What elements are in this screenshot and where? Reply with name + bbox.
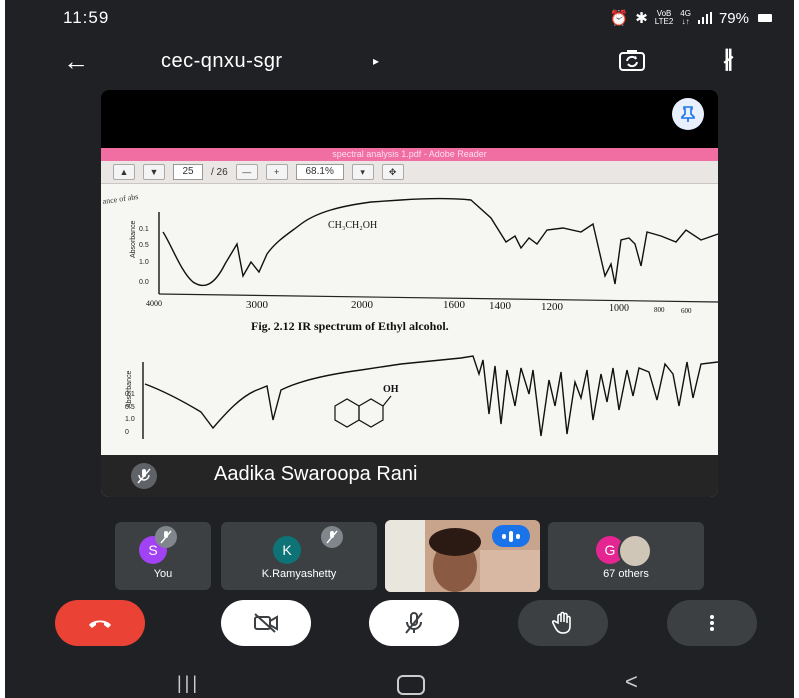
meeting-code[interactable]: cec-qnxu-sgr <box>161 50 283 73</box>
mic-off-icon <box>155 526 177 548</box>
presenter-tile[interactable]: spectral analysis 1.pdf - Adobe Reader ▲… <box>101 90 718 497</box>
bluetooth-icon[interactable]: ∦ <box>723 46 734 72</box>
presenter-name: Aadika Swaroopa Rani <box>214 463 418 485</box>
x-tick: 1600 <box>443 299 466 311</box>
end-call-button[interactable] <box>55 600 145 646</box>
participant-tile-video[interactable] <box>385 520 540 592</box>
pdf-toolbar: ▲ ▼ 25 / 26 — + 68.1% ▾ ✥ <box>101 161 718 184</box>
mic-off-icon <box>321 526 343 548</box>
status-bar: 11:59 ⏰ ✱ VoB LTE2 4G ↓↑ 79% <box>5 0 794 40</box>
y-tick: 0.1 <box>139 226 149 233</box>
network-type-indicator: 4G ↓↑ <box>680 9 691 26</box>
shared-screen-pdf: spectral analysis 1.pdf - Adobe Reader ▲… <box>101 148 718 497</box>
x-tick: 3000 <box>246 299 269 311</box>
more-vert-icon <box>710 615 714 631</box>
pin-icon <box>681 106 695 122</box>
tool-icon: ✥ <box>381 164 404 180</box>
recents-icon[interactable]: ||| <box>177 673 200 694</box>
phone-hangup-icon <box>89 620 111 628</box>
page-number-field: 25 <box>173 164 203 180</box>
zoom-in-icon: + <box>265 164 288 180</box>
hand-icon <box>552 611 571 634</box>
x-tick: 1400 <box>489 300 512 312</box>
figure-caption: Fig. 2.12 IR spectrum of Ethyl alcohol. <box>251 319 449 333</box>
participant-tile-you[interactable]: S You <box>115 522 211 590</box>
back-nav-icon[interactable]: < <box>625 669 638 695</box>
pin-button[interactable] <box>672 98 704 130</box>
x-tick: 4000 <box>146 299 162 308</box>
alarm-icon: ⏰ <box>609 10 629 27</box>
y-tick: 1.0 <box>125 416 135 423</box>
next-page-icon: ▼ <box>143 164 165 180</box>
participant-label: You <box>153 568 173 580</box>
y-axis-label-second: Absorbance <box>126 371 133 408</box>
camera-off-icon <box>254 613 278 633</box>
second-molecule-label: OH <box>383 384 399 395</box>
page-total: / 26 <box>211 166 228 178</box>
zoom-dropdown-icon: ▾ <box>351 164 374 180</box>
call-controls <box>5 600 794 650</box>
x-tick: 600 <box>681 307 692 315</box>
presenter-name-bar: Aadika Swaroopa Rani <box>101 455 718 497</box>
avatar-photo <box>618 534 652 568</box>
participant-tile-others[interactable]: G 67 others <box>548 522 704 590</box>
pdf-window-title: spectral analysis 1.pdf - Adobe Reader <box>101 148 718 161</box>
y-tick: 0.5 <box>125 404 135 411</box>
molecule-label: CH₃CH₂OH <box>328 220 377 231</box>
bluetooth-status-icon: ✱ <box>635 10 648 27</box>
phone-screen: 11:59 ⏰ ✱ VoB LTE2 4G ↓↑ 79% ← cec-qnxu-… <box>5 0 794 698</box>
home-icon[interactable] <box>397 675 425 695</box>
raise-hand-button[interactable] <box>518 600 608 646</box>
chevron-right-icon[interactable]: ▸ <box>373 54 379 68</box>
signal-icon <box>697 12 712 24</box>
y-tick: 0.0 <box>139 279 149 286</box>
y-axis-label: Absorbance <box>130 221 137 258</box>
participant-label: 67 others <box>603 568 649 580</box>
participant-tile-kramyashetty[interactable]: K K.Ramyashetty <box>221 522 377 590</box>
clock: 11:59 <box>63 8 110 27</box>
mic-toggle-button[interactable] <box>369 600 459 646</box>
mic-off-icon <box>131 463 157 489</box>
x-tick: 1000 <box>609 303 629 314</box>
y-tick: 0.5 <box>139 242 149 249</box>
meeting-top-bar: ← cec-qnxu-sgr ▸ ∦ <box>5 38 794 84</box>
prev-page-icon: ▲ <box>113 164 135 180</box>
system-nav-bar: ||| < <box>5 665 794 698</box>
arrow-left-icon[interactable]: ← <box>63 46 89 77</box>
ir-spectrum-figure: ance of abs Absorbance 0.1 0.5 1.0 0.0 C… <box>102 192 718 439</box>
y-tick: 0 <box>125 429 129 436</box>
switch-camera-icon[interactable] <box>617 46 647 76</box>
naphthol-structure <box>334 395 392 428</box>
speaking-indicator <box>492 525 530 547</box>
x-tick: 2000 <box>351 299 374 311</box>
pdf-page-content: ance of abs Absorbance 0.1 0.5 1.0 0.0 C… <box>101 184 718 497</box>
battery-icon <box>758 14 772 22</box>
y-tick: 1.0 <box>139 259 149 266</box>
zoom-out-icon: — <box>235 164 258 180</box>
more-options-button[interactable] <box>667 600 757 646</box>
participant-label: K.Ramyashetty <box>261 568 337 580</box>
x-tick: 1200 <box>541 301 564 313</box>
volte-indicator: VoB LTE2 <box>654 9 674 26</box>
y-tick: 0.1 <box>125 391 135 398</box>
avatar: K <box>273 536 301 564</box>
spectrum-partial-label: ance of abs <box>102 192 139 206</box>
camera-toggle-button[interactable] <box>221 600 311 646</box>
zoom-level-field: 68.1% <box>295 164 344 180</box>
mic-off-icon <box>405 612 423 634</box>
battery-percent: 79% <box>718 9 749 27</box>
x-tick: 800 <box>654 306 665 314</box>
